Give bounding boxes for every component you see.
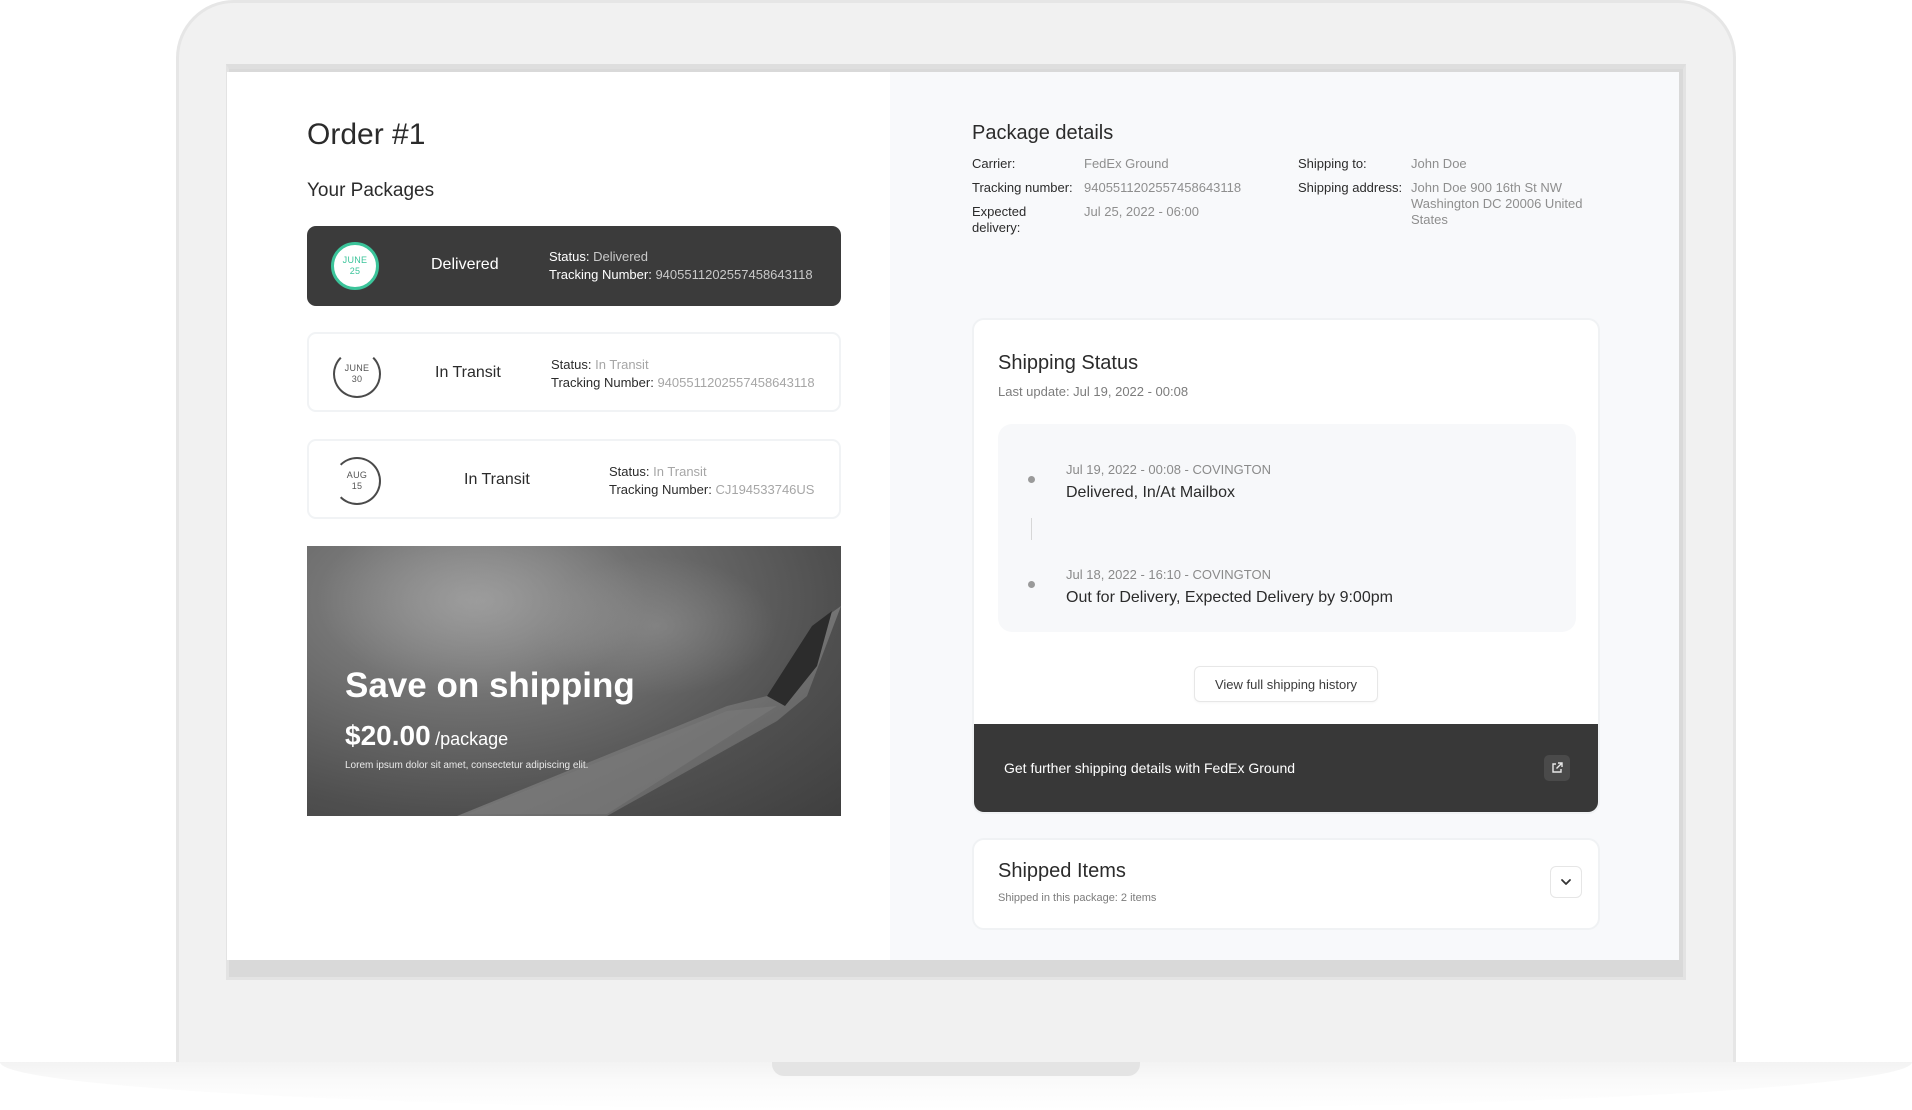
date-month: AUG xyxy=(346,470,368,480)
timeline-event-meta: Jul 18, 2022 - 16:10 - COVINGTON xyxy=(1066,567,1271,582)
expand-button[interactable] xyxy=(1550,866,1582,898)
tracking-value: CJ194533746US xyxy=(715,482,815,497)
carrier-link-text: Get further shipping details with FedEx … xyxy=(1004,760,1296,776)
tracking-number-key: Tracking number: xyxy=(972,180,1073,195)
carrier-link-bar[interactable]: Get further shipping details with FedEx … xyxy=(974,724,1598,812)
tracking-row: Tracking number: 9405511202557458643118 xyxy=(972,180,1241,196)
package-card[interactable]: JUNE 30 In Transit Status: In Transit Tr… xyxy=(307,332,841,412)
promo-banner[interactable]: Save on shipping $20.00 /package Lorem i… xyxy=(307,546,841,816)
status-key: Status: xyxy=(551,357,592,372)
expected-delivery-value: Jul 25, 2022 - 06:00 xyxy=(1084,204,1199,219)
view-history-button[interactable]: View full shipping history xyxy=(1194,666,1378,702)
promo-description: Lorem ipsum dolor sit amet, consectetur … xyxy=(345,760,589,771)
timeline-event-text: Delivered, In/At Mailbox xyxy=(1066,484,1235,501)
packages-heading: Your Packages xyxy=(307,180,435,201)
status-value: Delivered xyxy=(593,249,649,264)
date-badge: AUG 15 xyxy=(333,457,381,505)
shipping-status-title: Shipping Status xyxy=(998,352,1139,374)
status-key: Status: xyxy=(549,249,590,264)
app-screen: Order #1 Your Packages JUNE 25 Delivered… xyxy=(227,72,1679,960)
carrier-key: Carrier: xyxy=(972,156,1016,171)
shipping-address-key: Shipping address: xyxy=(1298,180,1403,195)
package-info: Status: Delivered Tracking Number: 94055… xyxy=(549,248,813,284)
ship-to-value: John Doe xyxy=(1411,156,1467,171)
expected-row: Expected delivery: Jul 25, 2022 - 06:00 xyxy=(972,204,1199,236)
shipped-items-card[interactable]: Shipped Items Shipped in this package: 2… xyxy=(972,838,1600,930)
address-row: Shipping address: John Doe 900 16th St NW… xyxy=(1298,180,1601,228)
promo-price-amount: $20.00 xyxy=(345,720,431,751)
date-day: 15 xyxy=(351,481,363,491)
package-label: In Transit xyxy=(435,364,501,381)
status-value: In Transit xyxy=(653,464,707,479)
package-info: Status: In Transit Tracking Number: CJ19… xyxy=(609,463,814,499)
package-card[interactable]: AUG 15 In Transit Status: In Transit Tra… xyxy=(307,439,841,519)
tracking-key: Tracking Number: xyxy=(549,267,652,282)
status-value: In Transit xyxy=(595,357,649,372)
promo-title: Save on shipping xyxy=(345,666,635,705)
timeline-event-meta: Jul 19, 2022 - 00:08 - COVINGTON xyxy=(1066,462,1271,477)
tracking-value: 9405511202557458643118 xyxy=(657,375,815,390)
carrier-row: Carrier: FedEx Ground xyxy=(972,156,1169,172)
date-month: JUNE xyxy=(344,363,370,373)
external-link-glyph xyxy=(1552,762,1563,773)
status-key: Status: xyxy=(609,464,650,479)
timeline-dot xyxy=(1028,581,1035,588)
date-month: JUNE xyxy=(342,255,368,265)
chevron-down-icon xyxy=(1561,879,1571,885)
tracking-number-value: 9405511202557458643118 xyxy=(1084,180,1242,195)
shipped-items-subtitle: Shipped in this package: 2 items xyxy=(998,892,1157,904)
promo-price: $20.00 /package xyxy=(345,720,508,752)
promo-price-unit: /package xyxy=(435,729,509,749)
shipping-address-value: John Doe 900 16th St NW Washington DC 20… xyxy=(1411,180,1583,227)
date-day: 30 xyxy=(351,374,363,384)
expected-delivery-key: Expected delivery: xyxy=(972,204,1027,235)
shipped-items-title: Shipped Items xyxy=(998,860,1126,882)
tracking-key: Tracking Number: xyxy=(551,375,654,390)
details-pane: Package details Carrier: FedEx Ground Tra… xyxy=(890,72,1679,960)
ship-to-key: Shipping to: xyxy=(1298,156,1367,171)
timeline-connector xyxy=(1031,518,1032,540)
package-card[interactable]: JUNE 25 Delivered Status: Delivered Trac… xyxy=(307,226,841,306)
package-label: In Transit xyxy=(464,471,530,488)
timeline-dot xyxy=(1028,476,1035,483)
ship-to-row: Shipping to: John Doe xyxy=(1298,156,1467,172)
external-link-icon[interactable] xyxy=(1544,755,1570,781)
tracking-key: Tracking Number: xyxy=(609,482,712,497)
timeline-event-text: Out for Delivery, Expected Delivery by 9… xyxy=(1066,589,1393,606)
date-badge: JUNE 30 xyxy=(333,350,381,398)
package-info: Status: In Transit Tracking Number: 9405… xyxy=(551,356,815,392)
laptop-notch xyxy=(772,1062,1140,1076)
date-day: 25 xyxy=(349,266,361,276)
package-label: Delivered xyxy=(431,256,499,273)
shipping-status-card: Shipping Status Last update: Jul 19, 202… xyxy=(972,318,1600,814)
page-title: Order #1 xyxy=(307,118,426,151)
tracking-value: 9405511202557458643118 xyxy=(655,267,813,282)
carrier-value: FedEx Ground xyxy=(1084,156,1169,171)
last-update: Last update: Jul 19, 2022 - 00:08 xyxy=(998,384,1189,399)
date-badge: JUNE 25 xyxy=(331,242,379,290)
orders-pane: Order #1 Your Packages JUNE 25 Delivered… xyxy=(227,72,890,960)
package-details-title: Package details xyxy=(972,122,1114,144)
shipping-timeline: Jul 19, 2022 - 00:08 - COVINGTON Deliver… xyxy=(998,424,1576,632)
